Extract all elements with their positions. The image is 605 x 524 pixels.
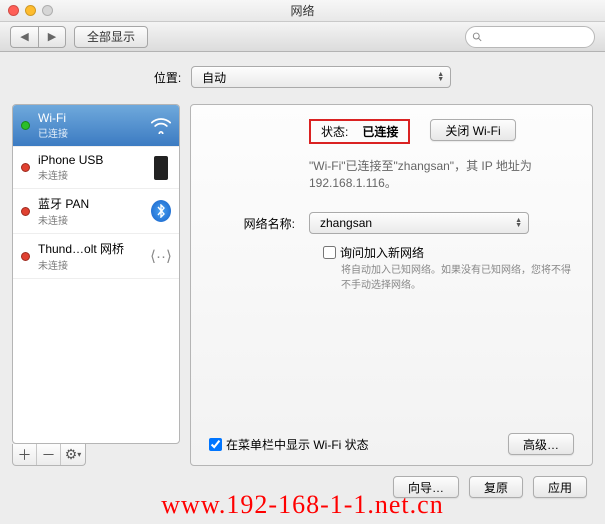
service-status: 已连接 [38, 125, 143, 140]
show-menubar-input[interactable] [209, 438, 222, 451]
service-list: Wi-Fi 已连接 iPhone USB 未连接 蓝牙 PAN [12, 104, 180, 444]
revert-button[interactable]: 复原 [469, 476, 523, 498]
service-item-bluetooth-pan[interactable]: 蓝牙 PAN 未连接 [13, 189, 179, 234]
status-value: 已连接 [362, 123, 398, 140]
toggle-wifi-button[interactable]: 关闭 Wi-Fi [430, 119, 515, 141]
network-name-label: 网络名称: [209, 212, 309, 232]
apply-button[interactable]: 应用 [533, 476, 587, 498]
service-status: 未连接 [38, 212, 143, 227]
wifi-icon [151, 112, 171, 140]
status-label: 状态: [321, 123, 348, 140]
status-dot-icon [21, 207, 30, 216]
status-dot-icon [21, 121, 30, 130]
thunderbolt-bridge-icon: ⟨··⟩ [151, 242, 171, 270]
window-title: 网络 [0, 2, 605, 19]
service-status: 未连接 [38, 257, 143, 272]
service-name: 蓝牙 PAN [38, 195, 143, 212]
status-dot-icon [21, 163, 30, 172]
show-menubar-label: 在菜单栏中显示 Wi-Fi 状态 [226, 436, 369, 453]
search-input[interactable] [487, 31, 589, 43]
status-dot-icon [21, 252, 30, 261]
remove-service-button[interactable]: － [37, 444, 61, 465]
advanced-button[interactable]: 高级… [508, 433, 574, 455]
titlebar: 网络 [0, 0, 605, 22]
add-service-button[interactable]: ＋ [13, 444, 37, 465]
sidebar: Wi-Fi 已连接 iPhone USB 未连接 蓝牙 PAN [12, 104, 180, 466]
back-button[interactable]: ◀ [10, 26, 38, 48]
show-all-button[interactable]: 全部显示 [74, 26, 148, 48]
nav-segment: ◀ ▶ [10, 26, 66, 48]
ask-join-label: 询问加入新网络 [340, 244, 424, 261]
toolbar: ◀ ▶ 全部显示 [0, 22, 605, 52]
ask-join-input[interactable] [323, 246, 336, 259]
service-status: 未连接 [38, 167, 143, 182]
status-highlight: 状态: 已连接 [309, 119, 410, 144]
chevron-updown-icon: ▲▼ [437, 72, 444, 82]
ask-join-checkbox[interactable]: 询问加入新网络 [323, 244, 574, 261]
service-item-wifi[interactable]: Wi-Fi 已连接 [13, 105, 179, 147]
search-field[interactable] [465, 26, 595, 48]
service-item-iphone-usb[interactable]: iPhone USB 未连接 [13, 147, 179, 189]
service-name: Thund…olt 网桥 [38, 240, 143, 257]
bluetooth-icon [151, 197, 171, 225]
assist-button[interactable]: 向导… [393, 476, 459, 498]
forward-button[interactable]: ▶ [38, 26, 66, 48]
network-name-dropdown[interactable]: zhangsan ▲▼ [309, 212, 529, 234]
footer: 向导… 复原 应用 [0, 466, 605, 498]
status-note: "Wi-Fi"已连接至"zhangsan"，其 IP 地址为 192.168.1… [309, 158, 574, 192]
location-label: 位置: [154, 69, 181, 86]
service-name: iPhone USB [38, 153, 143, 167]
search-icon [472, 31, 483, 43]
ask-join-note: 将自动加入已知网络。如果没有已知网络，您将不得不手动选择网络。 [341, 263, 571, 293]
service-item-thunderbolt-bridge[interactable]: Thund…olt 网桥 未连接 ⟨··⟩ [13, 234, 179, 279]
chevron-updown-icon: ▲▼ [515, 218, 522, 228]
network-name-value: zhangsan [320, 216, 372, 230]
phone-icon [151, 154, 171, 182]
show-menubar-checkbox[interactable]: 在菜单栏中显示 Wi-Fi 状态 [209, 436, 369, 453]
gear-icon[interactable]: ⚙▾ [61, 444, 85, 465]
service-name: Wi-Fi [38, 111, 143, 125]
sidebar-controls: ＋ － ⚙▾ [12, 444, 86, 466]
main-panel: 状态: 已连接 关闭 Wi-Fi "Wi-Fi"已连接至"zhangsan"，其… [190, 104, 593, 466]
location-row: 位置: 自动 ▲▼ [0, 66, 605, 88]
location-value: 自动 [202, 69, 226, 86]
location-dropdown[interactable]: 自动 ▲▼ [191, 66, 451, 88]
